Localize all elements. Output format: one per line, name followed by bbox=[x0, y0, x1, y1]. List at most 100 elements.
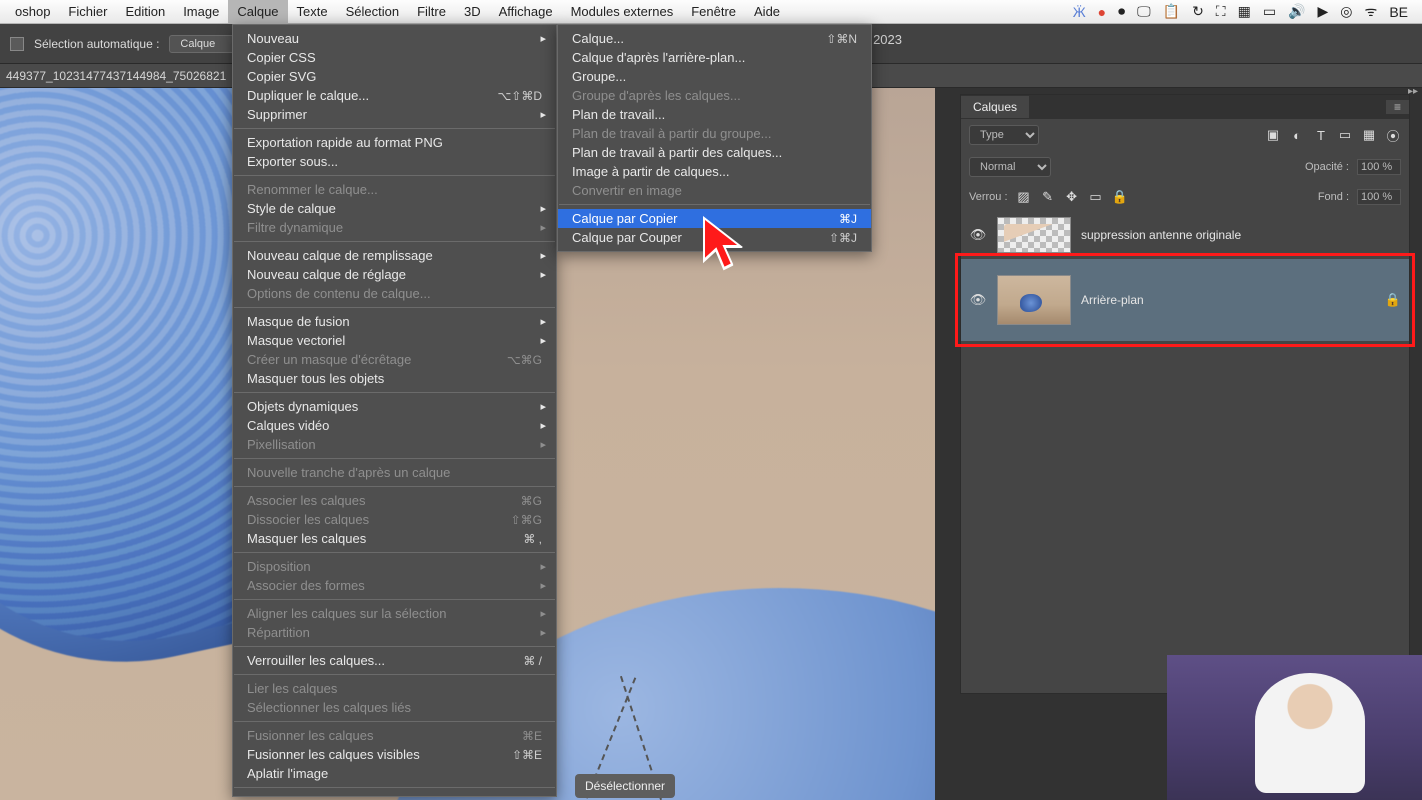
menu-item[interactable]: Calque...⇧⌘N bbox=[558, 29, 871, 48]
binoculars-icon[interactable]: ⛶ bbox=[1216, 3, 1226, 20]
menu-calque[interactable]: Calque bbox=[228, 0, 287, 24]
menu-texte[interactable]: Texte bbox=[288, 0, 337, 24]
menu-item[interactable]: Plan de travail... bbox=[558, 105, 871, 124]
menu-3d[interactable]: 3D bbox=[455, 0, 490, 24]
menu-item-label: Options de contenu de calque... bbox=[247, 286, 431, 301]
visibility-icon[interactable]: 👁 bbox=[969, 227, 987, 243]
blend-mode-dropdown[interactable]: Normal bbox=[969, 157, 1051, 177]
menu-calque[interactable]: NouveauCopier CSSCopier SVGDupliquer le … bbox=[232, 24, 557, 797]
menu-item[interactable]: Aplatir l'image bbox=[233, 764, 556, 783]
menu-modules externes[interactable]: Modules externes bbox=[562, 0, 683, 24]
filter-type-icon[interactable]: T bbox=[1313, 127, 1329, 143]
submenu-nouveau[interactable]: Calque...⇧⌘NCalque d'après l'arrière-pla… bbox=[557, 24, 872, 252]
menu-item[interactable]: Plan de travail à partir des calques... bbox=[558, 143, 871, 162]
menu-item[interactable]: Calque par Couper⇧⌘J bbox=[558, 228, 871, 247]
layers-panel: Calques≡ Type ▣ ◐ T ▭ ▦ ⦿ Normal Opacité… bbox=[960, 94, 1410, 694]
menu-item[interactable]: Verrouiller les calques...⌘ / bbox=[233, 651, 556, 670]
lock-artboard-icon[interactable]: ▭ bbox=[1088, 189, 1104, 205]
clock-icon[interactable]: ↻ bbox=[1192, 3, 1204, 20]
menu-item-label: Masquer les calques bbox=[247, 531, 366, 546]
layer-thumbnail[interactable] bbox=[997, 217, 1071, 253]
menu-item-label: Groupe... bbox=[572, 69, 626, 84]
menu-item-label: Répartition bbox=[247, 625, 310, 640]
layer-row[interactable]: 👁suppression antenne originale bbox=[961, 211, 1409, 259]
menu-item: Convertir en image bbox=[558, 181, 871, 200]
filter-smart-icon[interactable]: ▦ bbox=[1361, 127, 1377, 143]
lock-pixels-icon[interactable]: ✎ bbox=[1040, 189, 1056, 205]
menu-item[interactable]: Calque par Copier⌘J bbox=[558, 209, 871, 228]
menu-item[interactable]: Exportation rapide au format PNG bbox=[233, 133, 556, 152]
menu-item[interactable]: Fusionner les calques visibles⇧⌘E bbox=[233, 745, 556, 764]
menu-item[interactable]: Dupliquer le calque...⌥⇧⌘D bbox=[233, 86, 556, 105]
menu-oshop[interactable]: oshop bbox=[6, 0, 59, 24]
menu-sélection[interactable]: Sélection bbox=[337, 0, 408, 24]
menu-image[interactable]: Image bbox=[174, 0, 228, 24]
layer-kind-filter[interactable]: Type bbox=[969, 125, 1039, 145]
filter-pixel-icon[interactable]: ▣ bbox=[1265, 127, 1281, 143]
menu-item[interactable]: Copier CSS bbox=[233, 48, 556, 67]
menu-fenêtre[interactable]: Fenêtre bbox=[682, 0, 745, 24]
layer-thumbnail[interactable] bbox=[997, 275, 1071, 325]
record-red-icon[interactable]: ● bbox=[1098, 4, 1106, 20]
menu-item[interactable]: Calques vidéo bbox=[233, 416, 556, 435]
menu-item: Pixellisation bbox=[233, 435, 556, 454]
camera-icon[interactable]: ⏺ bbox=[1118, 3, 1125, 20]
menu-aide[interactable]: Aide bbox=[745, 0, 789, 24]
lock-transparent-icon[interactable]: ▨ bbox=[1016, 189, 1032, 205]
butterfly-icon[interactable]: Ӝ bbox=[1073, 4, 1086, 20]
menu-item[interactable]: Nouveau calque de réglage bbox=[233, 265, 556, 284]
menu-item-label: Plan de travail à partir du groupe... bbox=[572, 126, 771, 141]
menu-item[interactable]: Image à partir de calques... bbox=[558, 162, 871, 181]
lock-position-icon[interactable]: ✥ bbox=[1064, 189, 1080, 205]
layer-row[interactable]: 👁Arrière-plan🔒 bbox=[961, 259, 1409, 341]
menu-item[interactable]: Copier SVG bbox=[233, 67, 556, 86]
clipboard-icon[interactable]: 📋 bbox=[1163, 3, 1180, 20]
menu-item[interactable]: Masque de fusion bbox=[233, 312, 556, 331]
menu-item[interactable]: Objets dynamiques bbox=[233, 397, 556, 416]
grid-icon[interactable]: ▦ bbox=[1238, 3, 1251, 20]
play-icon[interactable]: ▶ bbox=[1318, 3, 1329, 20]
menu-item[interactable]: Masque vectoriel bbox=[233, 331, 556, 350]
be-icon[interactable]: BE bbox=[1389, 4, 1408, 20]
menu-edition[interactable]: Edition bbox=[116, 0, 174, 24]
menu-item-shortcut: ⇧⌘N bbox=[802, 32, 857, 46]
menu-item-label: Fusionner les calques visibles bbox=[247, 747, 420, 762]
screen-icon[interactable]: ▭ bbox=[1263, 3, 1276, 20]
panel-collapse-icon[interactable]: ▸▸ bbox=[1408, 86, 1418, 97]
filter-shape-icon[interactable]: ▭ bbox=[1337, 127, 1353, 143]
menu-item-label: Masquer tous les objets bbox=[247, 371, 384, 386]
menu-item[interactable]: Masquer les calques⌘ , bbox=[233, 529, 556, 548]
menu-item[interactable]: Masquer tous les objets bbox=[233, 369, 556, 388]
opacity-input[interactable] bbox=[1357, 159, 1401, 175]
menu-item[interactable]: Supprimer bbox=[233, 105, 556, 124]
broadcast-icon[interactable]: ◎ bbox=[1340, 3, 1352, 20]
menu-item-label: Copier CSS bbox=[247, 50, 316, 65]
fill-input[interactable] bbox=[1357, 189, 1401, 205]
filter-toggle-icon[interactable]: ⦿ bbox=[1385, 127, 1401, 143]
menu-item-label: Exportation rapide au format PNG bbox=[247, 135, 443, 150]
auto-select-checkbox[interactable] bbox=[10, 37, 24, 51]
filter-adjust-icon[interactable]: ◐ bbox=[1289, 127, 1305, 143]
lock-icon[interactable]: 🔒 bbox=[1385, 292, 1401, 308]
menu-item[interactable]: Exporter sous... bbox=[233, 152, 556, 171]
menu-item-label: Dupliquer le calque... bbox=[247, 88, 369, 103]
menu-item[interactable]: Style de calque bbox=[233, 199, 556, 218]
volume-icon[interactable]: 🔊 bbox=[1288, 3, 1305, 20]
lock-all-icon[interactable]: 🔒 bbox=[1112, 189, 1128, 205]
menu-item[interactable]: Groupe... bbox=[558, 67, 871, 86]
menu-affichage[interactable]: Affichage bbox=[490, 0, 562, 24]
panel-menu-icon[interactable]: ≡ bbox=[1386, 100, 1409, 114]
visibility-icon[interactable]: 👁 bbox=[969, 292, 987, 308]
menu-item[interactable]: Calque d'après l'arrière-plan... bbox=[558, 48, 871, 67]
menu-item-shortcut: ⇧⌘G bbox=[487, 513, 542, 527]
menu-item[interactable]: Nouveau bbox=[233, 29, 556, 48]
menu-fichier[interactable]: Fichier bbox=[59, 0, 116, 24]
menu-filtre[interactable]: Filtre bbox=[408, 0, 455, 24]
lock-label: Verrou : bbox=[969, 191, 1008, 203]
menu-item-label: Aplatir l'image bbox=[247, 766, 328, 781]
menu-item[interactable]: Nouveau calque de remplissage bbox=[233, 246, 556, 265]
monitor-icon[interactable]: 🖵 bbox=[1137, 3, 1151, 20]
layers-panel-tab[interactable]: Calques≡ bbox=[961, 95, 1409, 119]
layer-list: 👁suppression antenne originale👁Arrière-p… bbox=[961, 211, 1409, 341]
wifi-icon[interactable]: ᯤ bbox=[1365, 2, 1378, 21]
